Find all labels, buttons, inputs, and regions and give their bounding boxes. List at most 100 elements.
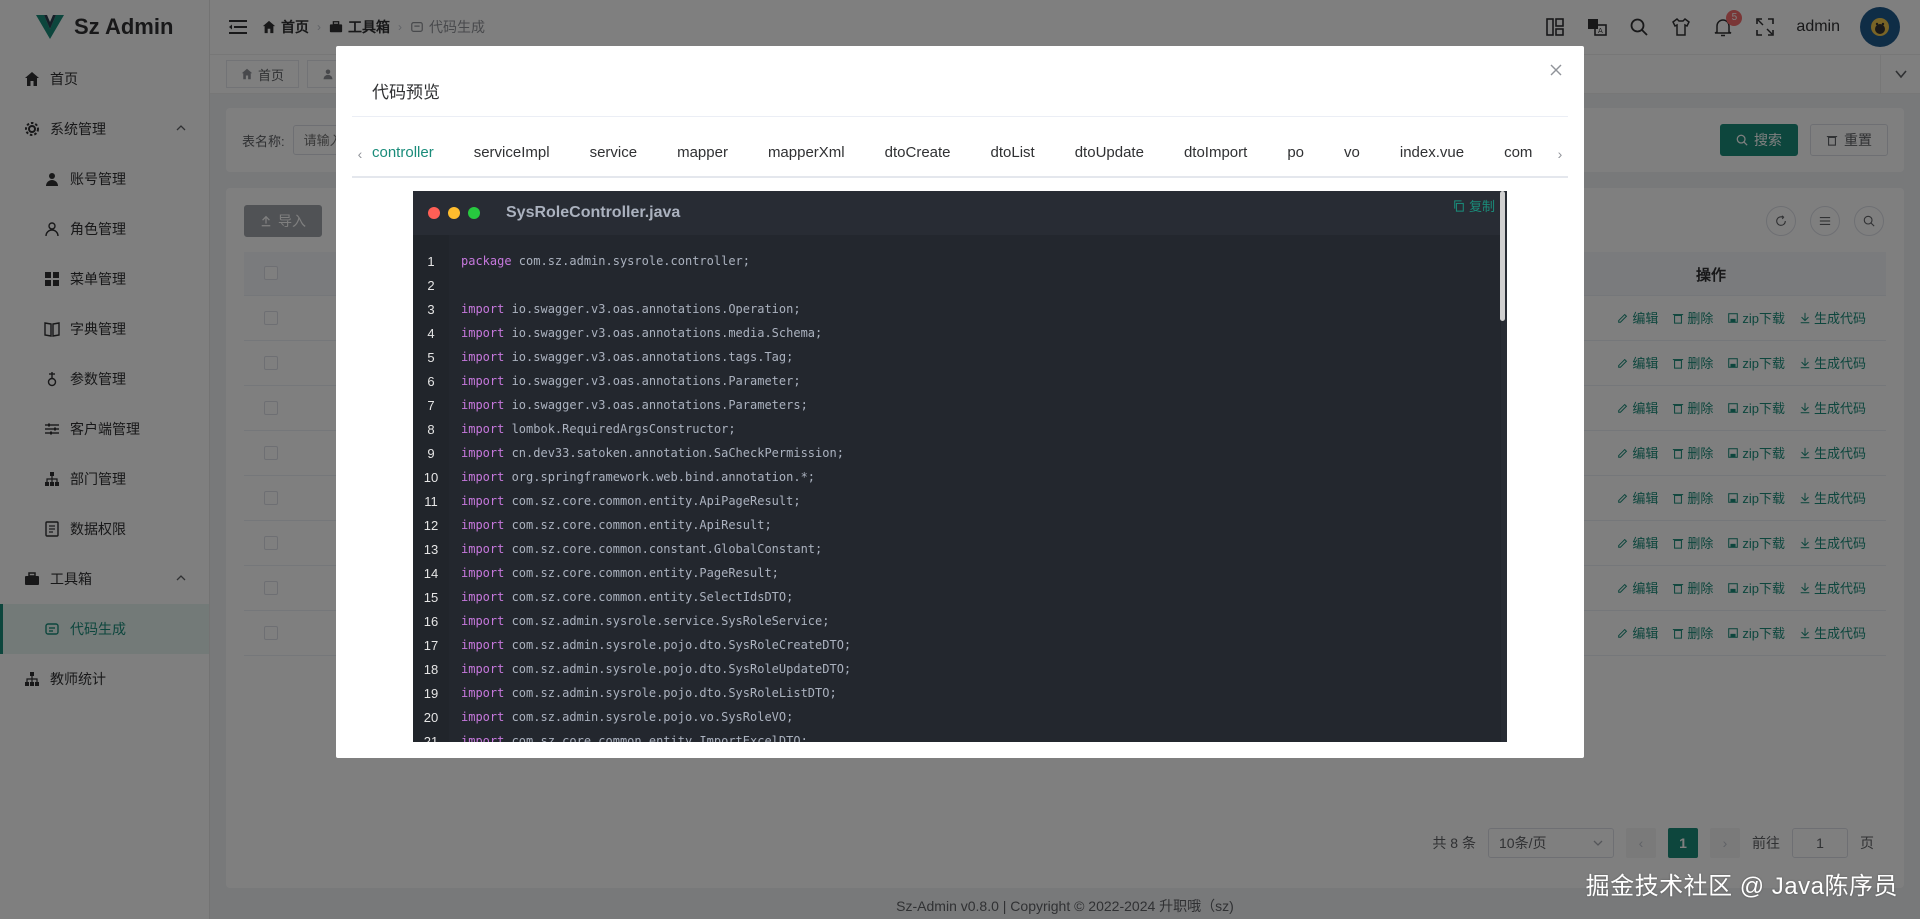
copy-button[interactable]: 复制 [1453,196,1495,215]
code-keyword: import [461,326,505,340]
code-tab-index-vue[interactable]: index.vue [1380,142,1484,176]
code-rest: com.sz.admin.sysrole.service.SysRoleServ… [504,614,830,628]
code-keyword: import [461,350,505,364]
code-text: import com.sz.admin.sysrole.pojo.vo.SysR… [449,710,793,724]
code-keyword: import [461,614,505,628]
line-number: 16 [423,613,439,629]
code-window-titlebar: SysRoleController.java [413,191,1507,235]
tabs-prev-icon[interactable]: ‹ [352,142,368,176]
line-number: 21 [423,733,439,743]
code-text: import com.sz.admin.sysrole.pojo.dto.Sys… [449,662,851,676]
code-keyword: package [461,254,512,268]
line-number: 4 [427,325,435,341]
code-line: 1 package com.sz.admin.sysrole.controller… [413,249,1501,273]
code-tab-dtoList[interactable]: dtoList [971,142,1055,176]
code-line: 10 import org.springframework.web.bind.an… [413,465,1501,489]
code-tab-serviceImpl[interactable]: serviceImpl [454,142,570,176]
code-keyword: import [461,710,505,724]
code-rest: org.springframework.web.bind.annotation.… [504,470,816,484]
code-filename: SysRoleController.java [506,204,681,221]
code-text: import cn.dev33.satoken.annotation.SaChe… [449,446,844,460]
line-number: 20 [423,709,439,725]
code-tab-com[interactable]: com [1484,142,1552,176]
code-line: 7 import io.swagger.v3.oas.annotations.Pa… [413,393,1501,417]
code-scrollbar[interactable] [1500,191,1505,321]
tabs-next-icon[interactable]: › [1552,142,1568,176]
code-keyword: import [461,398,505,412]
code-tab-dtoImport[interactable]: dtoImport [1164,142,1267,176]
code-text: import com.sz.admin.sysrole.service.SysR… [449,614,829,628]
code-line: 4 import io.swagger.v3.oas.annotations.me… [413,321,1501,345]
code-keyword: import [461,302,505,316]
code-keyword: import [461,470,505,484]
code-tab-dtoCreate[interactable]: dtoCreate [865,142,971,176]
line-number: 13 [423,541,439,557]
watermark: 掘金技术社区 @ Java陈序员 [1585,873,1898,900]
code-line: 20 import com.sz.admin.sysrole.pojo.vo.Sy… [413,705,1501,729]
code-line: 17 import com.sz.admin.sysrole.pojo.dto.S… [413,633,1501,657]
line-number: 10 [423,469,439,485]
line-number: 7 [427,397,435,413]
line-number: 2 [427,277,435,293]
code-tab-controller[interactable]: controller [368,142,454,176]
code-rest: lombok.RequiredArgsConstructor; [504,422,736,436]
code-rest: com.sz.admin.sysrole.pojo.dto.SysRoleCre… [504,638,852,652]
code-rest: com.sz.core.common.entity.ApiPageResult; [504,494,801,508]
code-keyword: import [461,638,505,652]
line-number: 1 [427,253,435,269]
code-rest: io.swagger.v3.oas.annotations.Operation; [504,302,801,316]
code-tabs-scroll: controller serviceImpl service mapper mapper… [368,142,1552,176]
line-number: 8 [427,421,435,437]
code-tab-dtoUpdate[interactable]: dtoUpdate [1055,142,1164,176]
line-number: 5 [427,349,435,365]
code-line: 2 [413,273,1501,297]
code-text: import com.sz.core.common.entity.ApiPage… [449,494,801,508]
code-tab-vo[interactable]: vo [1324,142,1380,176]
code-text: import com.sz.core.common.entity.SelectI… [449,590,793,604]
code-keyword: import [461,494,505,508]
code-rest: io.swagger.v3.oas.annotations.media.Sche… [504,326,823,340]
code-keyword: import [461,566,505,580]
code-rest: io.swagger.v3.oas.annotations.Parameter; [504,374,801,388]
line-number: 9 [427,445,435,461]
code-preview-dialog: 代码预览 ‹ controller serviceImpl service mappe… [336,46,1584,758]
code-rest: com.sz.admin.sysrole.pojo.dto.SysRoleLis… [504,686,837,700]
code-window: SysRoleController.java 复制 1 package com.s… [413,191,1507,742]
code-text: import org.springframework.web.bind.anno… [449,470,815,484]
code-text: import io.swagger.v3.oas.annotations.tag… [449,350,793,364]
code-keyword: import [461,662,505,676]
line-number: 14 [423,565,439,581]
code-line: 19 import com.sz.admin.sysrole.pojo.dto.S… [413,681,1501,705]
code-body: 1 package com.sz.admin.sysrole.controller… [413,235,1501,742]
code-line: 21 import com.sz.core.common.entity.Impor… [413,729,1501,743]
code-text: import io.swagger.v3.oas.annotations.Par… [449,398,808,412]
code-text: import com.sz.core.common.entity.ApiResu… [449,518,772,532]
code-line: 16 import com.sz.admin.sysrole.service.Sy… [413,609,1501,633]
line-number: 18 [423,661,439,677]
code-keyword: import [461,374,505,388]
code-line: 15 import com.sz.core.common.entity.Selec… [413,585,1501,609]
code-keyword: import [461,518,505,532]
code-tab-mapperXml[interactable]: mapperXml [748,142,865,176]
code-keyword: import [461,422,505,436]
close-icon[interactable] [1548,62,1564,78]
code-line: 12 import com.sz.core.common.entity.ApiRe… [413,513,1501,537]
code-lines: 1 package com.sz.admin.sysrole.controller… [413,249,1501,743]
code-file-tabs: ‹ controller serviceImpl service mapper mapp… [352,142,1568,178]
copy-button-label: 复制 [1468,199,1495,214]
code-tab-service[interactable]: service [570,142,658,176]
code-tab-mapper[interactable]: mapper [657,142,748,176]
code-rest: com.sz.core.common.entity.ImportExcelDTO… [504,734,808,742]
code-rest: io.swagger.v3.oas.annotations.tags.Tag; [504,350,794,364]
line-number: 3 [427,301,435,317]
code-rest: com.sz.core.common.constant.GlobalConsta… [504,542,823,556]
code-line: 11 import com.sz.core.common.entity.ApiPa… [413,489,1501,513]
dialog-divider [352,116,1568,117]
code-text: import com.sz.admin.sysrole.pojo.dto.Sys… [449,686,837,700]
code-tab-po[interactable]: po [1267,142,1324,176]
code-text: import io.swagger.v3.oas.annotations.Par… [449,374,801,388]
line-number: 11 [424,493,438,509]
line-number: 12 [423,517,439,533]
code-text: import io.swagger.v3.oas.annotations.Ope… [449,302,801,316]
window-maximize-dot [468,207,480,219]
